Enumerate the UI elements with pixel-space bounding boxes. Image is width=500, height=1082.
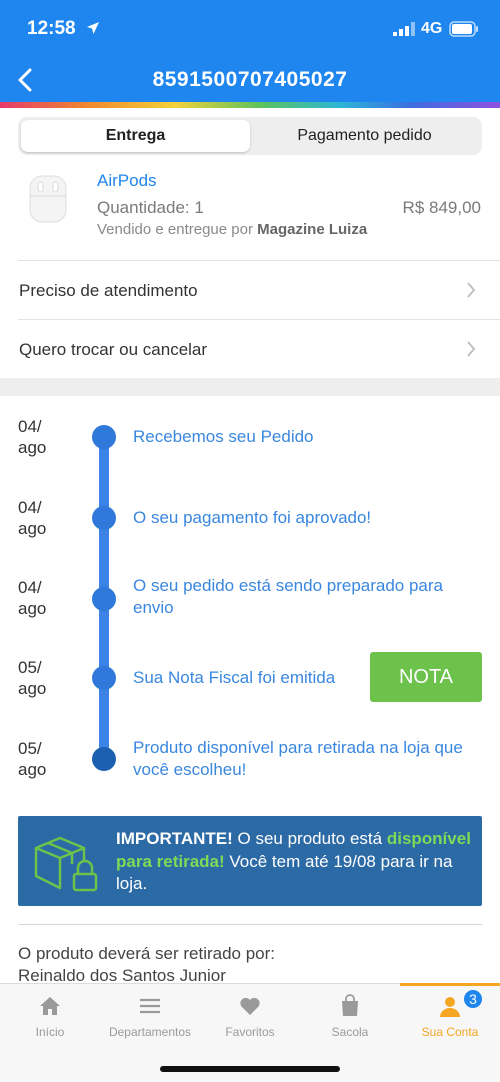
date-day: 04/: [18, 417, 42, 436]
date-day: 04/: [18, 498, 42, 517]
product-name[interactable]: AirPods: [97, 171, 157, 191]
heart-icon: [240, 997, 260, 1015]
notification-badge: 3: [462, 988, 484, 1010]
timeline-date: 05/ago: [18, 738, 58, 780]
divider: [18, 924, 482, 925]
bag-icon: [342, 994, 358, 1016]
pickup-notice: IMPORTANTE! O seu produto está disponíve…: [18, 816, 482, 906]
rainbow-strip: [0, 102, 500, 108]
date-day: 04/: [18, 578, 42, 597]
product-price: R$ 849,00: [402, 198, 481, 217]
timeline-dot: [92, 666, 116, 690]
timeline-date: 05/ago: [18, 657, 58, 699]
notice-part1: O seu produto está: [232, 829, 387, 848]
menu-label: Quero trocar ou cancelar: [19, 340, 208, 359]
network-type: 4G: [421, 20, 443, 37]
timeline-step-text: Sua Nota Fiscal foi emitida: [133, 668, 336, 687]
user-icon: [440, 997, 460, 1017]
chevron-right-icon: [467, 282, 476, 298]
chevron-right-icon: [467, 341, 476, 357]
notice-important: IMPORTANTE!: [116, 829, 233, 848]
seller-prefix: Vendido e entregue por: [97, 221, 258, 238]
tab-entrega[interactable]: Entrega: [21, 120, 250, 152]
tab-label: Departamentos: [108, 1025, 192, 1039]
tab-label: Sacola: [331, 1025, 369, 1039]
date-day: 05/: [18, 658, 42, 677]
location-arrow-icon: [87, 22, 99, 34]
status-bar: 12:58 4G: [0, 0, 500, 60]
home-icon: [40, 997, 60, 1015]
date-month: ago: [18, 438, 47, 457]
date-month: ago: [18, 760, 47, 779]
timeline-dot: [92, 747, 116, 771]
menu-preciso-atendimento[interactable]: Preciso de atendimento: [0, 261, 500, 319]
tab-inicio[interactable]: Início: [0, 984, 100, 1046]
home-indicator: [160, 1066, 340, 1072]
timeline-date: 04/ago: [18, 416, 58, 458]
timeline-step-text: Recebemos seu Pedido: [133, 427, 314, 446]
list-icon: [140, 998, 160, 1014]
tab-label: Sua Conta: [421, 1025, 479, 1039]
menu-label: Preciso de atendimento: [19, 281, 198, 300]
date-month: ago: [18, 599, 47, 618]
app-header: 12:58 4G 8591500707405027: [0, 0, 500, 108]
timeline-dot: [92, 425, 116, 449]
timeline-dot: [92, 587, 116, 611]
nota-button[interactable]: NOTA: [370, 652, 482, 702]
timeline-date: 04/ago: [18, 577, 58, 619]
seller-name: Magazine Luiza: [257, 221, 368, 238]
tab-sacola[interactable]: Sacola: [300, 984, 400, 1046]
product-seller: Vendido e entregue por Magazine Luiza: [97, 221, 367, 238]
tab-departamentos[interactable]: Departamentos: [100, 984, 200, 1046]
timeline-step-text: O seu pagamento foi aprovado!: [133, 508, 372, 527]
timeline-dot: [92, 506, 116, 530]
tab-label: Favoritos: [225, 1025, 275, 1039]
package-lock-icon: [34, 836, 98, 892]
tab-sua-conta[interactable]: 3 Sua Conta: [400, 984, 500, 1046]
timeline-step-text: O seu pedido está sendo preparado para e…: [133, 576, 444, 617]
segmented-tabs: Entrega Pagamento pedido: [18, 117, 482, 155]
date-month: ago: [18, 519, 47, 538]
battery-icon: [449, 21, 478, 37]
notice-text: IMPORTANTE! O seu produto está disponíve…: [116, 828, 476, 896]
tab-label: Início: [35, 1025, 65, 1039]
timeline-step-text: Produto disponível para retirada na loja…: [133, 738, 463, 779]
tab-pagamento-pedido[interactable]: Pagamento pedido: [250, 120, 479, 152]
product-quantity: Quantidade: 1: [97, 198, 204, 217]
date-month: ago: [18, 679, 47, 698]
order-number-title: 8591500707405027: [152, 68, 348, 91]
date-day: 05/: [18, 739, 42, 758]
signal-icon: [393, 22, 415, 36]
status-time: 12:58: [27, 18, 76, 39]
section-separator: [0, 378, 500, 396]
pickup-label: O produto deverá ser retirado por:: [18, 944, 276, 963]
airpods-product-image: [29, 175, 67, 223]
menu-trocar-cancelar[interactable]: Quero trocar ou cancelar: [0, 320, 500, 378]
timeline-date: 04/ago: [18, 497, 58, 539]
tab-favoritos[interactable]: Favoritos: [200, 984, 300, 1046]
